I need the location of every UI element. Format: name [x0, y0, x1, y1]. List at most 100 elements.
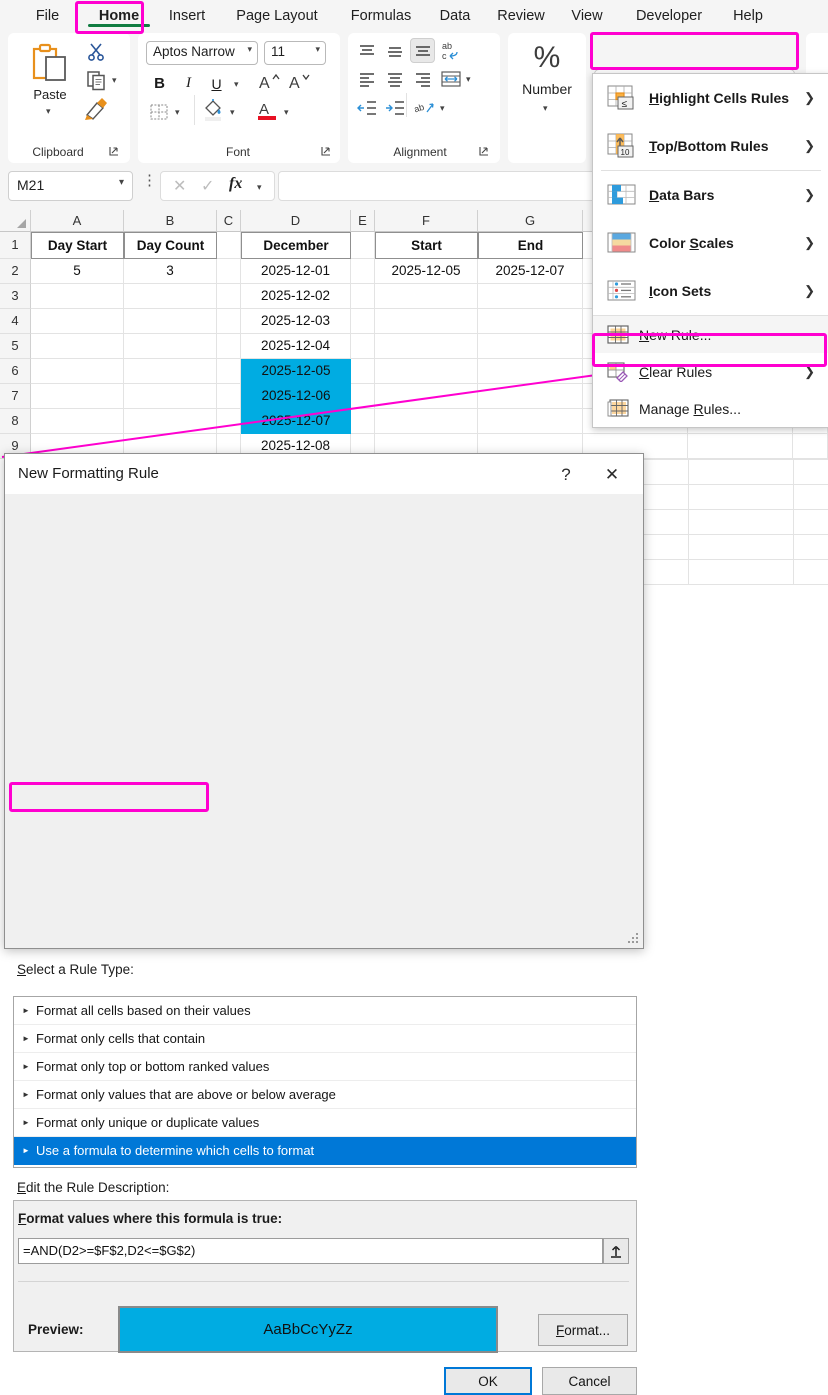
rule-type-option-3[interactable]: Format only values that are above or bel… — [14, 1081, 636, 1109]
align-center-icon[interactable] — [382, 67, 407, 92]
cell-G1[interactable]: End — [478, 232, 583, 259]
rule-type-option-1[interactable]: Format only cells that contain — [14, 1025, 636, 1053]
merge-center-icon[interactable] — [438, 66, 463, 91]
row-header-4[interactable]: 4 — [0, 309, 31, 334]
cell-E4[interactable] — [351, 309, 375, 334]
increase-font-size-icon[interactable]: A — [256, 69, 281, 94]
number-format-chevron-down-icon[interactable]: ▾ — [543, 103, 548, 114]
cell-F4[interactable] — [375, 309, 478, 334]
underline-chevron-down-icon[interactable]: ▾ — [234, 79, 239, 90]
cell-A8[interactable] — [31, 409, 124, 434]
wrap-text-icon[interactable]: abc — [440, 38, 465, 63]
column-header-F[interactable]: F — [375, 210, 478, 232]
cell-D8[interactable]: 2025-12-07 — [241, 409, 351, 434]
cell-E7[interactable] — [351, 384, 375, 409]
rule-type-option-2[interactable]: Format only top or bottom ranked values — [14, 1053, 636, 1081]
column-header-G[interactable]: G — [478, 210, 583, 232]
column-header-A[interactable]: A — [31, 210, 124, 232]
ok-button[interactable]: OK — [444, 1367, 532, 1395]
rule-type-option-4[interactable]: Format only unique or duplicate values — [14, 1109, 636, 1137]
orientation-icon[interactable]: ab — [412, 95, 437, 120]
row-header-2[interactable]: 2 — [0, 259, 31, 284]
cell-F3[interactable] — [375, 284, 478, 309]
decrease-font-size-icon[interactable]: A — [286, 69, 311, 94]
merge-chevron-down-icon[interactable]: ▾ — [466, 74, 471, 85]
menu-item-manage-rules[interactable]: Manage Rules... — [593, 390, 828, 427]
align-top-icon[interactable] — [354, 39, 379, 64]
cell-E2[interactable] — [351, 259, 375, 284]
cell-B1[interactable]: Day Count — [124, 232, 217, 259]
cancel-entry-icon[interactable]: ✕ — [173, 176, 186, 196]
cell-C8[interactable] — [217, 409, 241, 434]
cell-D5[interactable]: 2025-12-04 — [241, 334, 351, 359]
cell-B4[interactable] — [124, 309, 217, 334]
cell-A2[interactable]: 5 — [31, 259, 124, 284]
cell-F5[interactable] — [375, 334, 478, 359]
cell-J9[interactable] — [793, 434, 828, 459]
percent-icon[interactable]: % — [508, 41, 586, 75]
font-size-combobox[interactable]: 11 ▾ — [264, 41, 326, 65]
bold-button[interactable]: B — [147, 71, 172, 96]
formula-bar-more-icon[interactable]: ⋮ — [142, 176, 158, 186]
cancel-button[interactable]: Cancel — [542, 1367, 637, 1395]
menu-item-icon-sets[interactable]: Icon Sets ❯ — [593, 267, 828, 315]
tab-formulas[interactable]: Formulas — [329, 3, 433, 29]
confirm-entry-icon[interactable]: ✓ — [201, 176, 214, 196]
fill-color-chevron-down-icon[interactable]: ▾ — [230, 107, 235, 118]
resize-grip[interactable] — [628, 933, 640, 945]
tab-file[interactable]: File — [14, 3, 81, 29]
paste-icon[interactable] — [26, 41, 74, 87]
cell-F6[interactable] — [375, 359, 478, 384]
cell-C6[interactable] — [217, 359, 241, 384]
cell-C2[interactable] — [217, 259, 241, 284]
cell-A3[interactable] — [31, 284, 124, 309]
tab-home[interactable]: Home — [78, 3, 160, 29]
cell-D6[interactable]: 2025-12-05 — [241, 359, 351, 384]
rule-type-list[interactable]: Format all cells based on their values F… — [13, 996, 637, 1168]
decrease-indent-icon[interactable] — [354, 95, 379, 120]
rule-type-option-5[interactable]: Use a formula to determine which cells t… — [14, 1137, 636, 1165]
tab-developer[interactable]: Developer — [610, 3, 728, 29]
name-box-chevron-down-icon[interactable]: ▾ — [119, 177, 124, 188]
italic-button[interactable]: I — [176, 71, 201, 96]
cell-F2[interactable]: 2025-12-05 — [375, 259, 478, 284]
cell-G5[interactable] — [478, 334, 583, 359]
paste-chevron-down-icon[interactable]: ▾ — [46, 106, 51, 117]
underline-button[interactable]: U — [204, 71, 229, 96]
font-size-chevron-down-icon[interactable]: ▾ — [315, 44, 320, 55]
align-bottom-icon[interactable] — [410, 38, 435, 63]
new-formatting-rule-dialog[interactable]: New Formatting Rule ? ✕ Select a Rule Ty… — [4, 453, 644, 949]
cell-C7[interactable] — [217, 384, 241, 409]
cell-I9[interactable] — [688, 434, 793, 459]
cell-B5[interactable] — [124, 334, 217, 359]
formula-chevron-down-icon[interactable]: ▾ — [257, 182, 262, 193]
row-header-3[interactable]: 3 — [0, 284, 31, 309]
conditional-formatting-menu[interactable]: ≤ Highlight Cells Rules ❯ 10 Top/Bottom … — [592, 73, 828, 428]
cell-G8[interactable] — [478, 409, 583, 434]
select-all-corner[interactable] — [0, 210, 31, 232]
cell-D3[interactable]: 2025-12-02 — [241, 284, 351, 309]
cell-F7[interactable] — [375, 384, 478, 409]
orientation-chevron-down-icon[interactable]: ▾ — [440, 103, 445, 114]
cell-D7[interactable]: 2025-12-06 — [241, 384, 351, 409]
help-button[interactable]: ? — [551, 462, 581, 488]
cell-C5[interactable] — [217, 334, 241, 359]
cell-G7[interactable] — [478, 384, 583, 409]
cell-B8[interactable] — [124, 409, 217, 434]
row-header-1[interactable]: 1 — [0, 232, 31, 259]
menu-item-data-bars[interactable]: Data Bars ❯ — [593, 171, 828, 219]
cell-G4[interactable] — [478, 309, 583, 334]
cell-F8[interactable] — [375, 409, 478, 434]
cell-D4[interactable]: 2025-12-03 — [241, 309, 351, 334]
clipboard-dialog-launcher[interactable] — [108, 145, 120, 157]
cell-B7[interactable] — [124, 384, 217, 409]
format-button[interactable]: Format... — [538, 1314, 628, 1346]
cell-G2[interactable]: 2025-12-07 — [478, 259, 583, 284]
cell-C3[interactable] — [217, 284, 241, 309]
cell-A1[interactable]: Day Start — [31, 232, 124, 259]
font-name-chevron-down-icon[interactable]: ▾ — [247, 44, 252, 55]
font-dialog-launcher[interactable] — [320, 145, 332, 157]
copy-icon[interactable] — [84, 69, 108, 91]
column-header-D[interactable]: D — [241, 210, 351, 232]
copy-chevron-down-icon[interactable]: ▾ — [112, 75, 117, 86]
